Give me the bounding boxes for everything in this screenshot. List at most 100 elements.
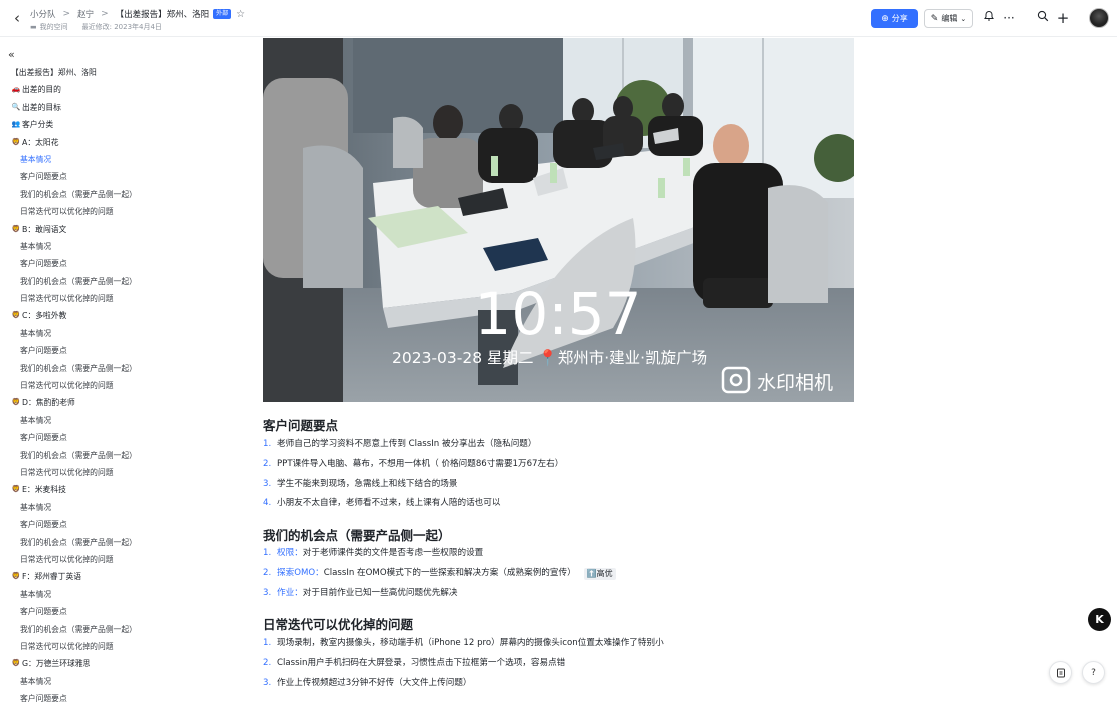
outline-subheading-item[interactable]: 基本情况	[0, 151, 250, 168]
outline-heading-item[interactable]: 🦁 C：多啦外教	[0, 307, 250, 324]
space-location[interactable]: 我的空间	[40, 22, 68, 32]
list-number: 3.	[263, 677, 272, 688]
outline-subheading-item[interactable]: 日常迭代可以优化掉的问题	[0, 638, 250, 655]
outline-heading-item[interactable]: 🔍 出差的目标	[0, 99, 250, 116]
outline-subheading-item[interactable]: 日常迭代可以优化掉的问题	[0, 377, 250, 394]
outline-item-label: 日常迭代可以优化掉的问题	[20, 641, 114, 651]
list-number: 1.	[263, 638, 272, 648]
outline-subheading-item[interactable]: 基本情况	[0, 673, 250, 690]
photo-illustration: 10:57 2023-03-28 星期二 📍郑州市·建业·凯旋广场 水印相机	[263, 38, 854, 402]
outline-item-label: 客户问题要点	[20, 346, 67, 356]
list-item: 4. 小朋友不太自律，老师看不过来，线上课有人陪的话也可以	[263, 494, 563, 514]
outline-emoji-icon: 🦁	[11, 398, 21, 407]
outline-heading-item[interactable]: 🚗 出差的目的	[0, 81, 250, 98]
collapse-outline-icon[interactable]: «	[8, 48, 15, 61]
list-number: 3.	[263, 587, 272, 598]
outline-subheading-item[interactable]: 日常迭代可以优化掉的问题	[0, 464, 250, 481]
outline-subheading-item[interactable]: 我们的机会点（需要产品侧一起）	[0, 621, 250, 638]
outline-subheading-item[interactable]: 基本情况	[0, 499, 250, 516]
outline-item-label: 出差的目标	[22, 102, 61, 112]
outline-subheading-item[interactable]: 客户问题要点	[0, 429, 250, 446]
outline-item-label: 基本情况	[20, 676, 52, 686]
outline-emoji-icon: 🦁	[11, 572, 21, 581]
outline-subheading-item[interactable]: 客户问题要点	[0, 255, 250, 272]
star-icon[interactable]: ☆	[236, 9, 245, 20]
outline-item-label: 基本情况	[20, 154, 52, 164]
outline-subheading-item[interactable]: 基本情况	[0, 238, 250, 255]
outline-heading-item[interactable]: 🦁 D：焦酌酌老师	[0, 394, 250, 411]
outline-subheading-item[interactable]: 我们的机会点（需要产品侧一起）	[0, 186, 250, 203]
list-text: 作业上传视频超过3分钟不好传（大文件上传问题）	[277, 677, 472, 688]
avatar[interactable]	[1089, 8, 1109, 28]
document-title[interactable]: 【出差报告】郑州、洛阳	[116, 8, 210, 20]
outline-item-label: 基本情况	[20, 415, 52, 425]
outline-subheading-item[interactable]: 我们的机会点（需要产品侧一起）	[0, 273, 250, 290]
outline-heading-item[interactable]: 👥 客户分类	[0, 116, 250, 133]
search-icon[interactable]	[1035, 10, 1051, 26]
document-outline: « 【出差报告】郑州、洛阳 🚗 出差的目的 🔍 出差的目标 👥 客户分类 🦁 A：太阳花 基本情况…	[0, 38, 250, 704]
outline-item-label: 基本情况	[20, 328, 52, 338]
doc-info-icon[interactable]	[1049, 661, 1072, 684]
outline-item-label: 基本情况	[20, 241, 52, 251]
outline-subheading-item[interactable]: 我们的机会点（需要产品侧一起）	[0, 534, 250, 551]
plus-icon[interactable]: +	[1055, 10, 1071, 26]
outline-heading-item[interactable]: 🦁 F：郑州睿丁英语	[0, 568, 250, 585]
problems-list: 1. 老师自己的学习资料不愿意上传到 ClassIn 被分享出去（隐私问题） 2. P…	[263, 435, 563, 514]
list-text: 对于老师课件类的文件是否考虑一些权限的设置	[302, 548, 484, 558]
outline-emoji-icon: 🚗	[11, 85, 21, 94]
list-item: 1. 老师自己的学习资料不愿意上传到 ClassIn 被分享出去（隐私问题）	[263, 435, 563, 455]
outline-heading-item[interactable]: 【出差报告】郑州、洛阳	[0, 64, 250, 81]
outline-item-label: 客户问题要点	[20, 607, 67, 617]
breadcrumb-separator-icon: >	[62, 9, 71, 19]
outline-subheading-item[interactable]: 我们的机会点（需要产品侧一起）	[0, 360, 250, 377]
external-badge: 外部	[213, 9, 232, 19]
outline-subheading-item[interactable]: 客户问题要点	[0, 516, 250, 533]
outline-subheading-item[interactable]: 客户问题要点	[0, 168, 250, 185]
outline-item-label: A：太阳花	[22, 137, 59, 147]
outline-subheading-item[interactable]: 客户问题要点	[0, 603, 250, 620]
bell-icon[interactable]	[981, 10, 997, 26]
outline-subheading-item[interactable]: 基本情况	[0, 586, 250, 603]
list-text: 老师自己的学习资料不愿意上传到 ClassIn 被分享出去（隐私问题）	[277, 439, 537, 449]
priority-badge: ⬆️高优	[583, 567, 616, 580]
outline-item-label: 日常迭代可以优化掉的问题	[20, 294, 114, 304]
ai-assistant-button[interactable]: K	[1088, 608, 1111, 631]
outline-subheading-item[interactable]: 基本情况	[0, 412, 250, 429]
outline-subheading-item[interactable]: 日常迭代可以优化掉的问题	[0, 551, 250, 568]
list-item: 3. 学生不能来到现场，急需线上和线下结合的场景	[263, 475, 563, 495]
more-options-icon[interactable]: ···	[1001, 10, 1017, 26]
outline-heading-item[interactable]: 🦁 G：万德兰环球雅思	[0, 655, 250, 672]
outline-subheading-item[interactable]: 基本情况	[0, 325, 250, 342]
outline-subheading-item[interactable]: 日常迭代可以优化掉的问题	[0, 203, 250, 220]
edit-mode-button[interactable]: ✎ 编辑 ⌄	[924, 9, 973, 28]
meeting-photo[interactable]: 10:57 2023-03-28 星期二 📍郑州市·建业·凯旋广场 水印相机	[263, 38, 854, 402]
outline-subheading-item[interactable]: 客户问题要点	[0, 342, 250, 359]
outline-heading-item[interactable]: 🦁 A：太阳花	[0, 134, 250, 151]
list-item: 1. 权限： 对于老师课件类的文件是否考虑一些权限的设置	[263, 544, 616, 564]
back-arrow-icon[interactable]: ‹	[9, 9, 25, 27]
outline-item-label: 日常迭代可以优化掉的问题	[20, 467, 114, 477]
outline-item-label: B：敢闯语文	[22, 224, 67, 234]
breadcrumb-team[interactable]: 小分队	[30, 8, 56, 20]
breadcrumb: 小分队 > 赵宁 > 【出差报告】郑州、洛阳 外部 ☆	[30, 6, 245, 22]
list-keyword: 作业：	[277, 587, 303, 598]
outline-subheading-item[interactable]: 日常迭代可以优化掉的问题	[0, 290, 250, 307]
outline-subheading-item[interactable]: 客户问题要点	[0, 690, 250, 704]
globe-icon: ⊕	[881, 13, 889, 24]
list-item: 3. 作业上传视频超过3分钟不好传（大文件上传问题）	[263, 674, 664, 694]
outline-heading-item[interactable]: 🦁 B：敢闯语文	[0, 221, 250, 238]
outline-item-label: 【出差报告】郑州、洛阳	[11, 68, 97, 77]
outline-list: 【出差报告】郑州、洛阳 🚗 出差的目的 🔍 出差的目标 👥 客户分类 🦁 A：太阳花 基本情况 客户…	[0, 64, 250, 704]
outline-subheading-item[interactable]: 我们的机会点（需要产品侧一起）	[0, 447, 250, 464]
doc-meta: ▬ 我的空间 最近修改: 2023年4月4日	[30, 21, 162, 32]
outline-item-label: 我们的机会点（需要产品侧一起）	[20, 363, 137, 373]
breadcrumb-owner[interactable]: 赵宁	[77, 8, 94, 20]
help-icon[interactable]: ?	[1082, 661, 1105, 684]
iterations-list: 1. 现场录制，教室内摄像头，移动端手机（iPhone 12 pro）屏幕内的摄像…	[263, 634, 664, 693]
share-button[interactable]: ⊕ 分享	[871, 9, 918, 28]
list-item: 2. 探索OMO： ClassIn 在OMO模式下的一些探索和解决方案（成熟案例的宣…	[263, 564, 616, 584]
outline-heading-item[interactable]: 🦁 E：米麦科技	[0, 481, 250, 498]
outline-emoji-icon: 🦁	[11, 485, 21, 494]
list-number: 2.	[263, 458, 272, 469]
list-number: 1.	[263, 439, 272, 449]
